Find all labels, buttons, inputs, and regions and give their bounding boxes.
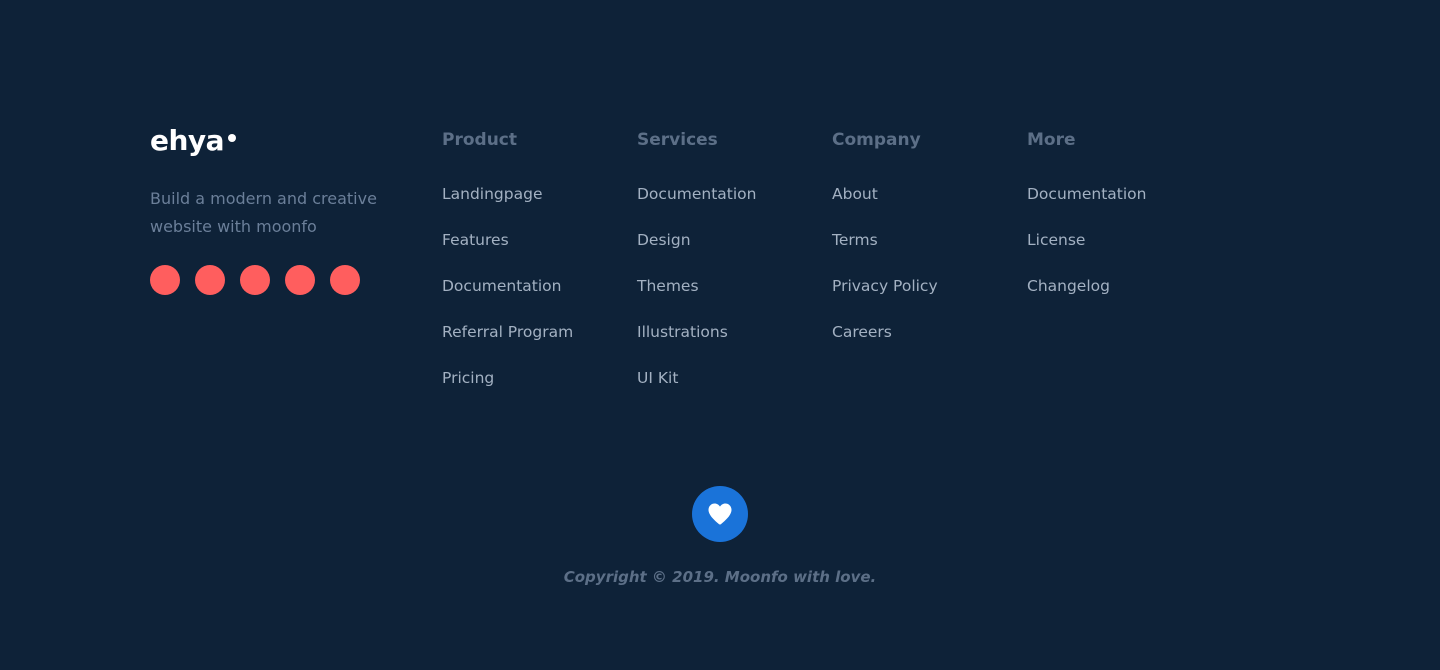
social-icon-5[interactable] (330, 265, 360, 295)
link-list: Documentation Design Themes Illustration… (637, 183, 817, 413)
brand-block: ehya Build a modern and creative website… (150, 122, 390, 295)
love-button[interactable] (692, 486, 748, 542)
copyright-text: Copyright © 2019. Moonfo with love. (563, 568, 877, 586)
brand-logo[interactable]: ehya (150, 122, 390, 160)
list-item: License (1027, 229, 1207, 275)
list-item: Documentation (637, 183, 817, 229)
column-title: Product (442, 130, 517, 150)
list-item: Terms (832, 229, 1012, 275)
footer-link-license[interactable]: License (1027, 231, 1085, 249)
footer-link-ui-kit[interactable]: UI Kit (637, 369, 678, 387)
column-title: Company (832, 130, 921, 150)
site-footer: ehya Build a modern and creative website… (0, 0, 1440, 670)
footer-link-features[interactable]: Features (442, 231, 509, 249)
social-icon-4[interactable] (285, 265, 315, 295)
link-list: Landingpage Features Documentation Refer… (442, 183, 622, 413)
brand-tagline: Build a modern and creative website with… (150, 189, 377, 236)
footer-link-privacy-policy[interactable]: Privacy Policy (832, 277, 938, 295)
link-list: Documentation License Changelog (1027, 183, 1207, 321)
heart-icon (708, 503, 732, 525)
footer-link-referral-program[interactable]: Referral Program (442, 323, 573, 341)
footer-link-changelog[interactable]: Changelog (1027, 277, 1110, 295)
list-item: Design (637, 229, 817, 275)
footer-link-about[interactable]: About (832, 185, 878, 203)
list-item: Documentation (442, 275, 622, 321)
list-item: Careers (832, 321, 1012, 367)
footer-column-company: Company About Terms Privacy Policy Caree… (832, 128, 1012, 367)
social-icon-3[interactable] (240, 265, 270, 295)
list-item: Pricing (442, 367, 622, 413)
social-icon-1[interactable] (150, 265, 180, 295)
list-item: Referral Program (442, 321, 622, 367)
list-item: About (832, 183, 1012, 229)
footer-column-more: More Documentation License Changelog (1027, 128, 1207, 321)
footer-link-documentation[interactable]: Documentation (637, 185, 757, 203)
footer-link-documentation[interactable]: Documentation (442, 277, 562, 295)
list-item: Documentation (1027, 183, 1207, 229)
footer-link-documentation[interactable]: Documentation (1027, 185, 1147, 203)
social-links (150, 265, 390, 295)
brand-logo-text: ehya (150, 124, 225, 157)
list-item: Illustrations (637, 321, 817, 367)
list-item: Changelog (1027, 275, 1207, 321)
column-title: More (1027, 130, 1076, 150)
footer-link-design[interactable]: Design (637, 231, 691, 249)
footer-link-themes[interactable]: Themes (637, 277, 699, 295)
footer-link-pricing[interactable]: Pricing (442, 369, 494, 387)
footer-column-services: Services Documentation Design Themes Ill… (637, 128, 817, 413)
link-list: About Terms Privacy Policy Careers (832, 183, 1012, 367)
footer-column-product: Product Landingpage Features Documentati… (442, 128, 622, 413)
footer-link-illustrations[interactable]: Illustrations (637, 323, 728, 341)
list-item: Themes (637, 275, 817, 321)
column-title: Services (637, 130, 718, 150)
social-icon-2[interactable] (195, 265, 225, 295)
list-item: Landingpage (442, 183, 622, 229)
footer-link-landingpage[interactable]: Landingpage (442, 185, 542, 203)
list-item: UI Kit (637, 367, 817, 413)
list-item: Privacy Policy (832, 275, 1012, 321)
footer-link-terms[interactable]: Terms (832, 231, 878, 249)
logo-dot-icon (228, 134, 237, 142)
footer-link-careers[interactable]: Careers (832, 323, 892, 341)
list-item: Features (442, 229, 622, 275)
